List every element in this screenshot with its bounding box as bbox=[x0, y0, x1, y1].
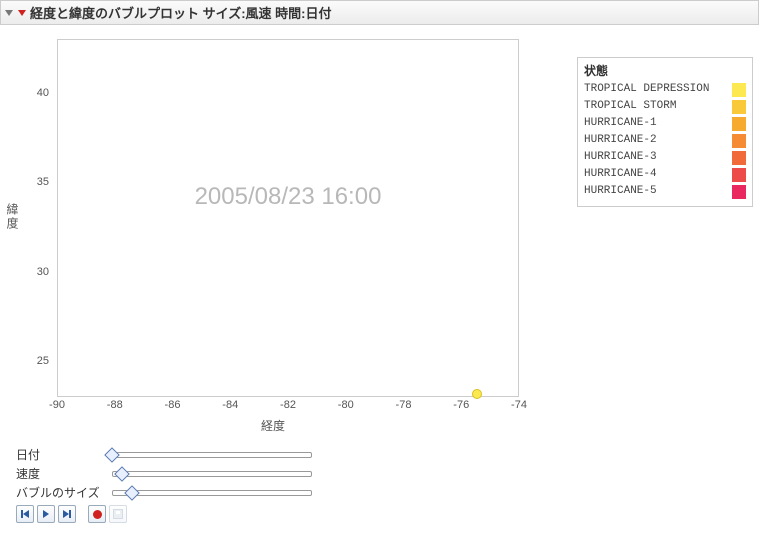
x-tick: -76 bbox=[453, 399, 469, 411]
legend-item-label: HURRICANE-4 bbox=[584, 166, 657, 183]
legend-item[interactable]: HURRICANE-3 bbox=[584, 149, 746, 166]
animation-controls: 日付速度バブルのサイズ bbox=[0, 442, 759, 523]
plot-frame: 2005/08/23 16:00 bbox=[57, 39, 519, 397]
report-body: 状態 TROPICAL DEPRESSIONTROPICAL STORMHURR… bbox=[0, 25, 759, 523]
legend-title: 状態 bbox=[584, 62, 746, 79]
plot-area[interactable]: 40 35 30 25 2005/08/23 16:00 -90 -88 -86 -84 -8… bbox=[23, 33, 523, 413]
slider[interactable] bbox=[112, 466, 312, 482]
legend-swatch bbox=[732, 185, 746, 199]
x-tick: -90 bbox=[49, 399, 65, 411]
x-tick: -86 bbox=[165, 399, 181, 411]
panel-header: 経度と緯度のバブルプロット サイズ:風速 時間:日付 bbox=[0, 0, 759, 25]
x-tick: -84 bbox=[222, 399, 238, 411]
legend-item-label: HURRICANE-3 bbox=[584, 149, 657, 166]
slider-thumb[interactable] bbox=[104, 447, 120, 463]
legend-item[interactable]: HURRICANE-5 bbox=[584, 183, 746, 200]
slider-row: バブルのサイズ bbox=[16, 484, 759, 501]
legend: 状態 TROPICAL DEPRESSIONTROPICAL STORMHURR… bbox=[577, 57, 753, 207]
legend-item-label: HURRICANE-5 bbox=[584, 183, 657, 200]
timestamp-overlay: 2005/08/23 16:00 bbox=[195, 183, 382, 211]
disclosure-triangle-icon[interactable] bbox=[5, 10, 13, 16]
data-bubble[interactable] bbox=[472, 389, 482, 399]
slider[interactable] bbox=[112, 447, 312, 463]
legend-item-label: HURRICANE-1 bbox=[584, 115, 657, 132]
slider-thumb[interactable] bbox=[114, 466, 130, 482]
legend-swatch bbox=[732, 168, 746, 182]
x-axis-label: 経度 bbox=[261, 417, 285, 434]
y-tick: 25 bbox=[37, 355, 49, 367]
step-back-button[interactable] bbox=[16, 505, 34, 523]
step-forward-icon bbox=[63, 510, 71, 518]
y-tick: 40 bbox=[37, 87, 49, 99]
y-tick: 30 bbox=[37, 266, 49, 278]
step-back-icon bbox=[21, 510, 29, 518]
slider-label: バブルのサイズ bbox=[16, 484, 104, 501]
record-button[interactable] bbox=[88, 505, 106, 523]
slider-label: 日付 bbox=[16, 446, 104, 463]
legend-item[interactable]: TROPICAL STORM bbox=[584, 98, 746, 115]
slider[interactable] bbox=[112, 485, 312, 501]
floppy-icon bbox=[113, 509, 123, 519]
y-tick: 35 bbox=[37, 176, 49, 188]
legend-swatch bbox=[732, 100, 746, 114]
legend-item[interactable]: HURRICANE-4 bbox=[584, 166, 746, 183]
slider-row: 日付 bbox=[16, 446, 759, 463]
legend-item-label: TROPICAL STORM bbox=[584, 98, 676, 115]
y-axis-label: 緯度 bbox=[0, 33, 23, 231]
x-axis: -90-88-86-84-82-80-78-76-74 bbox=[57, 399, 519, 413]
step-forward-button[interactable] bbox=[58, 505, 76, 523]
x-tick: -82 bbox=[280, 399, 296, 411]
y-axis: 40 35 30 25 bbox=[23, 39, 53, 397]
save-button bbox=[109, 505, 127, 523]
legend-item[interactable]: HURRICANE-2 bbox=[584, 132, 746, 149]
slider-row: 速度 bbox=[16, 465, 759, 482]
legend-swatch bbox=[732, 134, 746, 148]
x-tick: -88 bbox=[107, 399, 123, 411]
legend-swatch bbox=[732, 151, 746, 165]
legend-swatch bbox=[732, 117, 746, 131]
legend-item[interactable]: TROPICAL DEPRESSION bbox=[584, 81, 746, 98]
play-icon bbox=[43, 510, 49, 518]
legend-item[interactable]: HURRICANE-1 bbox=[584, 115, 746, 132]
legend-swatch bbox=[732, 83, 746, 97]
slider-thumb[interactable] bbox=[124, 485, 140, 501]
record-icon bbox=[93, 510, 102, 519]
hotspot-triangle-icon[interactable] bbox=[18, 10, 26, 16]
x-tick: -74 bbox=[511, 399, 527, 411]
x-tick: -78 bbox=[396, 399, 412, 411]
x-tick: -80 bbox=[338, 399, 354, 411]
play-button[interactable] bbox=[37, 505, 55, 523]
panel-title: 経度と緯度のバブルプロット サイズ:風速 時間:日付 bbox=[30, 3, 332, 22]
legend-item-label: HURRICANE-2 bbox=[584, 132, 657, 149]
slider-label: 速度 bbox=[16, 465, 104, 482]
legend-item-label: TROPICAL DEPRESSION bbox=[584, 81, 709, 98]
